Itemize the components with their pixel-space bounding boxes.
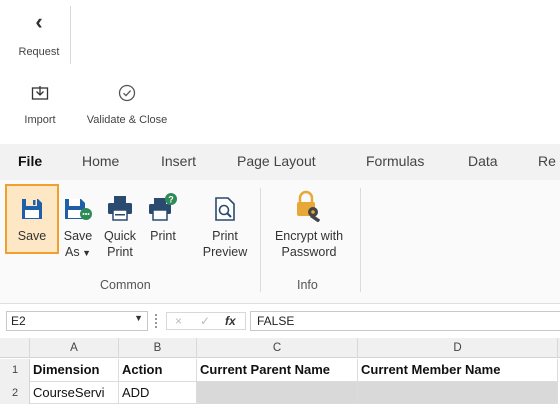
print-button[interactable]: ? Print <box>143 186 183 244</box>
save-icon <box>20 186 44 222</box>
encrypt-password-button[interactable]: Encrypt with Password <box>262 186 356 260</box>
toolbar-divider <box>70 6 71 64</box>
tab-formulas[interactable]: Formulas <box>366 153 424 169</box>
print-icon: ? <box>148 186 178 222</box>
quick-print-label-line2: Print <box>107 245 133 259</box>
encrypt-label-line2: Password <box>281 245 337 259</box>
column-header-row: A B C D <box>0 338 560 358</box>
check-circle-icon <box>118 82 136 104</box>
group-label-common: Common <box>100 278 151 292</box>
cell-d2[interactable] <box>358 382 558 404</box>
tab-insert[interactable]: Insert <box>161 153 196 169</box>
name-box-value: E2 <box>11 314 26 328</box>
ribbon-group-divider <box>260 188 261 292</box>
print-preview-label-line1: Print <box>212 229 238 243</box>
spreadsheet-grid: A B C D 1 2 Dimension Action Current Par… <box>0 338 560 404</box>
column-header-a[interactable]: A <box>30 338 119 358</box>
resize-handle[interactable] <box>155 314 157 328</box>
ribbon-group-divider <box>360 188 361 292</box>
app-toolbar: ‹ Request Import Validate & Close <box>0 0 560 140</box>
print-preview-button[interactable]: Print Preview <box>196 186 254 260</box>
svg-text:?: ? <box>168 195 174 205</box>
cell-b2[interactable]: ADD <box>119 382 197 404</box>
insert-function-icon[interactable]: fx <box>225 314 236 328</box>
quick-print-button[interactable]: Quick Print <box>100 186 140 260</box>
ribbon-panel: Save Save As ▼ Quick Print ? Print Print… <box>0 180 560 304</box>
save-as-label-line2: As ▼ <box>64 245 91 259</box>
column-header-b[interactable]: B <box>119 338 197 358</box>
row-header-1[interactable]: 1 <box>0 359 30 382</box>
column-header-c[interactable]: C <box>197 338 358 358</box>
ribbon-tab-bar: File Home Insert Page Layout Formulas Da… <box>0 144 560 180</box>
cell-a2[interactable]: CourseServi <box>30 382 119 404</box>
name-box[interactable]: E2 ▼ <box>6 311 148 331</box>
caret-down-icon: ▼ <box>79 248 91 258</box>
enter-check-icon[interactable]: ✓ <box>200 314 210 328</box>
tab-page-layout[interactable]: Page Layout <box>237 153 316 169</box>
import-button[interactable]: Import <box>16 82 64 126</box>
dropdown-arrow-icon[interactable]: ▼ <box>134 313 143 323</box>
save-as-icon <box>63 186 93 222</box>
formula-bar: E2 ▼ × ✓ fx FALSE <box>0 309 560 333</box>
request-label: Request <box>18 46 60 58</box>
import-icon <box>31 82 49 104</box>
tab-review[interactable]: Re <box>538 153 556 169</box>
save-as-button[interactable]: Save As ▼ <box>58 186 98 261</box>
tab-file[interactable]: File <box>18 153 42 169</box>
save-button[interactable]: Save <box>8 186 56 244</box>
cancel-icon[interactable]: × <box>175 314 182 328</box>
chevron-left-icon: ‹ <box>35 9 43 34</box>
formula-value: FALSE <box>257 314 295 328</box>
row-header-2[interactable]: 2 <box>0 382 30 404</box>
quick-print-icon <box>106 186 134 222</box>
save-label: Save <box>17 229 47 243</box>
cell-c1[interactable]: Current Parent Name <box>197 359 358 382</box>
validate-close-label: Validate & Close <box>86 114 168 126</box>
print-label: Print <box>150 229 176 243</box>
cell-d1[interactable]: Current Member Name <box>358 359 558 382</box>
request-button[interactable]: ‹ Request <box>12 8 66 68</box>
select-all-corner[interactable] <box>0 338 30 358</box>
tab-home[interactable]: Home <box>82 153 119 169</box>
cell-c2[interactable] <box>197 382 358 404</box>
group-label-info: Info <box>297 278 318 292</box>
formula-input[interactable]: FALSE <box>250 311 560 331</box>
lock-key-icon <box>295 186 323 222</box>
tab-data[interactable]: Data <box>468 153 498 169</box>
formula-controls: × ✓ fx <box>166 312 246 330</box>
column-header-d[interactable]: D <box>358 338 558 358</box>
print-preview-icon <box>214 186 236 222</box>
print-preview-label-line2: Preview <box>202 245 248 259</box>
cell-a1[interactable]: Dimension <box>30 359 119 382</box>
encrypt-label-line1: Encrypt with <box>274 229 344 243</box>
quick-print-label-line1: Quick <box>104 229 136 243</box>
validate-close-button[interactable]: Validate & Close <box>78 82 176 126</box>
import-label: Import <box>24 114 56 126</box>
save-as-label-line1: Save <box>63 229 93 243</box>
cell-b1[interactable]: Action <box>119 359 197 382</box>
